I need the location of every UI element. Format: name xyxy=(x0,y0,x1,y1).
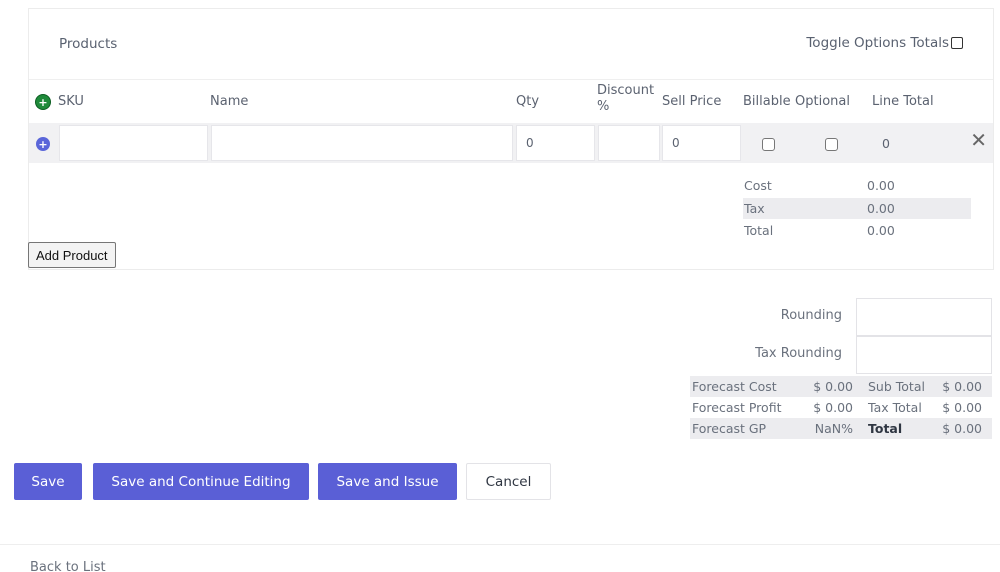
sell-price-input[interactable]: 0 xyxy=(662,125,741,161)
remove-row-icon[interactable]: ✕ xyxy=(970,130,987,150)
tax-total-value: $ 0.00 xyxy=(942,400,982,415)
qty-input[interactable]: 0 xyxy=(516,125,595,161)
summary-cost: Cost 0.00 xyxy=(743,175,971,196)
col-name: Name xyxy=(210,94,249,109)
col-discount-line2: % xyxy=(597,99,610,114)
forecast-table: Forecast Cost $ 0.00 Sub Total $ 0.00 Fo… xyxy=(690,376,992,439)
billable-checkbox[interactable] xyxy=(762,138,775,151)
forecast-cost-label: Forecast Cost xyxy=(692,379,777,394)
col-billable: Billable xyxy=(743,94,791,109)
forecast-profit-label: Forecast Profit xyxy=(692,400,782,415)
forecast-gp-label: Forecast GP xyxy=(692,421,767,436)
toggle-options-totals[interactable]: Toggle Options Totals xyxy=(806,35,963,51)
col-line-total: Line Total xyxy=(872,94,934,109)
products-title: Products xyxy=(59,36,118,52)
forecast-row: Forecast Cost $ 0.00 Sub Total $ 0.00 xyxy=(690,376,992,397)
optional-checkbox[interactable] xyxy=(825,138,838,151)
forecast-row: Forecast GP NaN% Total $ 0.00 xyxy=(690,418,992,439)
forecast-profit-value: $ 0.00 xyxy=(813,400,853,415)
summary-tax: Tax 0.00 xyxy=(743,198,971,219)
line-total-value: 0 xyxy=(882,136,890,151)
col-sell-price: Sell Price xyxy=(662,94,722,109)
forecast-cost-value: $ 0.00 xyxy=(813,379,853,394)
forecast-gp-value: NaN% xyxy=(814,421,853,436)
save-issue-button[interactable]: Save and Issue xyxy=(318,463,457,500)
grand-total-label: Total xyxy=(868,421,903,436)
summary-tax-label: Tax xyxy=(744,201,765,216)
sub-total-label: Sub Total xyxy=(868,379,925,394)
forecast-row: Forecast Profit $ 0.00 Tax Total $ 0.00 xyxy=(690,397,992,418)
summary-cost-label: Cost xyxy=(744,178,772,193)
tax-rounding-label: Tax Rounding xyxy=(755,346,842,361)
rounding-input[interactable] xyxy=(856,298,992,336)
products-panel: Products Toggle Options Totals + SKU Nam… xyxy=(28,8,994,270)
col-discount-line1: Discount xyxy=(597,83,655,98)
rounding-label: Rounding xyxy=(780,308,842,323)
col-optional: Optional xyxy=(795,94,850,109)
save-button[interactable]: Save xyxy=(14,463,82,500)
footer-divider xyxy=(0,544,1000,545)
add-product-button[interactable]: Add Product xyxy=(28,242,116,268)
summary-cost-value: 0.00 xyxy=(867,178,895,193)
row-add-icon[interactable]: + xyxy=(36,137,50,151)
header-divider xyxy=(29,79,993,80)
col-sku: SKU xyxy=(58,94,84,109)
add-row-icon[interactable]: + xyxy=(36,95,50,109)
col-qty: Qty xyxy=(516,94,540,109)
name-input[interactable] xyxy=(211,125,513,161)
summary-total-label: Total xyxy=(744,223,774,238)
summary-total-value: 0.00 xyxy=(867,223,895,238)
tax-total-label: Tax Total xyxy=(868,400,922,415)
col-discount: Discount % xyxy=(597,83,654,115)
back-to-list-link[interactable]: Back to List xyxy=(30,560,106,572)
grand-total-value: $ 0.00 xyxy=(942,421,982,436)
tax-rounding-input[interactable] xyxy=(856,336,992,374)
sku-input[interactable] xyxy=(59,125,208,161)
toggle-options-totals-checkbox[interactable] xyxy=(951,37,963,49)
toggle-options-totals-label: Toggle Options Totals xyxy=(806,35,949,51)
summary-tax-value: 0.00 xyxy=(867,201,895,216)
save-continue-button[interactable]: Save and Continue Editing xyxy=(93,463,309,500)
sub-total-value: $ 0.00 xyxy=(942,379,982,394)
discount-input[interactable] xyxy=(598,125,660,161)
cancel-button[interactable]: Cancel xyxy=(466,463,551,500)
summary-total: Total 0.00 xyxy=(743,220,971,241)
